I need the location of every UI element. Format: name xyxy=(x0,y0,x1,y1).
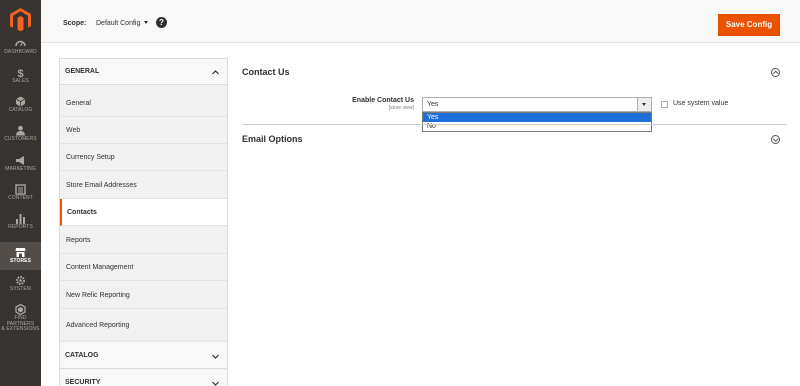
section-contact-us-title[interactable]: Contact Us xyxy=(242,67,290,77)
tab-label: Web xyxy=(66,127,81,134)
tab-label: Contacts xyxy=(67,209,97,216)
section-divider xyxy=(242,124,787,125)
enable-contact-us-select[interactable]: Yes xyxy=(422,97,652,112)
nav-label: CONTENT xyxy=(8,195,33,201)
dashboard-icon xyxy=(15,40,26,47)
nav-label: STORES xyxy=(9,258,32,264)
chevron-down-icon xyxy=(212,354,219,359)
nav-content[interactable]: CONTENT xyxy=(0,184,41,210)
section-email-options-title[interactable]: Email Options xyxy=(242,134,303,144)
enable-contact-us-dropdown: Yes No xyxy=(422,112,652,132)
collapse-up-icon[interactable] xyxy=(771,68,780,77)
tab-web[interactable]: Web xyxy=(60,117,227,144)
caret-down-icon xyxy=(144,21,149,24)
tab-group-title: GENERAL xyxy=(65,68,100,75)
admin-sidebar: DASHBOARD $ SALES CATALOG CUSTOMERS MARK… xyxy=(0,0,41,386)
nav-label: REPORTS xyxy=(8,224,33,230)
scope-label: Scope: xyxy=(63,20,87,27)
nav-system[interactable]: SYSTEM xyxy=(0,275,41,301)
extensions-icon xyxy=(15,304,26,315)
expand-down-icon[interactable] xyxy=(771,135,780,144)
tab-currency-setup[interactable]: Currency Setup xyxy=(60,144,227,171)
nav-label: CUSTOMERS xyxy=(4,136,37,142)
customers-icon xyxy=(16,125,25,136)
nav-label: CATALOG xyxy=(8,107,33,113)
store-icon xyxy=(15,248,26,257)
scope-value: Default Config xyxy=(96,20,141,27)
use-system-value-checkbox[interactable] xyxy=(661,101,668,108)
tab-group-title: SECURITY xyxy=(65,379,101,386)
select-value: Yes xyxy=(427,101,439,108)
tab-label: General xyxy=(66,100,91,107)
chevron-up-icon xyxy=(212,70,219,75)
tab-reports[interactable]: Reports xyxy=(60,227,227,254)
nav-customers[interactable]: CUSTOMERS xyxy=(0,125,41,151)
nav-label: DASHBOARD xyxy=(4,49,37,55)
dollar-icon: $ xyxy=(17,68,23,78)
select-arrow-icon[interactable] xyxy=(637,98,651,111)
tab-content-management[interactable]: Content Management xyxy=(60,254,227,281)
nav-label: SYSTEM xyxy=(9,286,32,292)
tab-group-title: CATALOG xyxy=(65,352,99,359)
field-scope-label: [store view] xyxy=(388,105,414,111)
magento-logo-icon[interactable] xyxy=(10,8,31,32)
tab-label: Advanced Reporting xyxy=(66,322,130,329)
use-system-value-label[interactable]: Use system value xyxy=(673,100,728,107)
config-tabs: GENERAL General Web Currency Setup Store… xyxy=(59,58,228,386)
tab-group-security[interactable]: SECURITY xyxy=(60,370,227,386)
chevron-down-icon xyxy=(212,381,219,386)
tab-label: Content Management xyxy=(66,264,134,271)
content-icon xyxy=(15,184,26,195)
page-header: Scope: Default Config ? Save Config xyxy=(41,0,800,43)
tab-label: Currency Setup xyxy=(66,154,115,161)
help-icon[interactable]: ? xyxy=(156,17,167,28)
tab-label: Store Email Addresses xyxy=(66,182,137,189)
scope-switcher[interactable]: Default Config xyxy=(96,20,149,27)
tab-advanced-reporting[interactable]: Advanced Reporting xyxy=(60,310,227,341)
nav-label: & EXTENSIONS xyxy=(1,326,40,332)
tab-group-catalog[interactable]: CATALOG xyxy=(60,343,227,369)
tab-store-email-addresses[interactable]: Store Email Addresses xyxy=(60,172,227,199)
cube-icon xyxy=(15,96,26,107)
gear-icon xyxy=(15,275,26,286)
enable-contact-us-label: Enable Contact Us xyxy=(352,97,414,104)
tab-label: Reports xyxy=(66,237,91,244)
nav-catalog[interactable]: CATALOG xyxy=(0,96,41,122)
tab-new-relic-reporting[interactable]: New Relic Reporting xyxy=(60,282,227,309)
nav-marketing[interactable]: MARKETING xyxy=(0,155,41,181)
dropdown-option-yes[interactable]: Yes xyxy=(423,113,651,122)
nav-label: MARKETING xyxy=(5,166,36,172)
save-config-button[interactable]: Save Config xyxy=(718,14,780,36)
nav-stores[interactable]: STORES xyxy=(0,242,41,270)
nav-label: SALES xyxy=(12,78,29,84)
nav-reports[interactable]: REPORTS xyxy=(0,213,41,239)
nav-sales[interactable]: $ SALES xyxy=(0,67,41,93)
megaphone-icon xyxy=(16,156,24,165)
nav-find-partners[interactable]: FIND PARTNERS & EXTENSIONS xyxy=(0,304,41,334)
tab-group-general[interactable]: GENERAL xyxy=(60,59,227,85)
nav-dashboard[interactable]: DASHBOARD xyxy=(0,38,41,64)
tab-general[interactable]: General xyxy=(60,90,227,117)
tab-contacts[interactable]: Contacts xyxy=(60,199,227,226)
bar-chart-icon xyxy=(16,214,25,224)
svg-text:$: $ xyxy=(17,68,23,78)
tab-label: New Relic Reporting xyxy=(66,292,130,299)
